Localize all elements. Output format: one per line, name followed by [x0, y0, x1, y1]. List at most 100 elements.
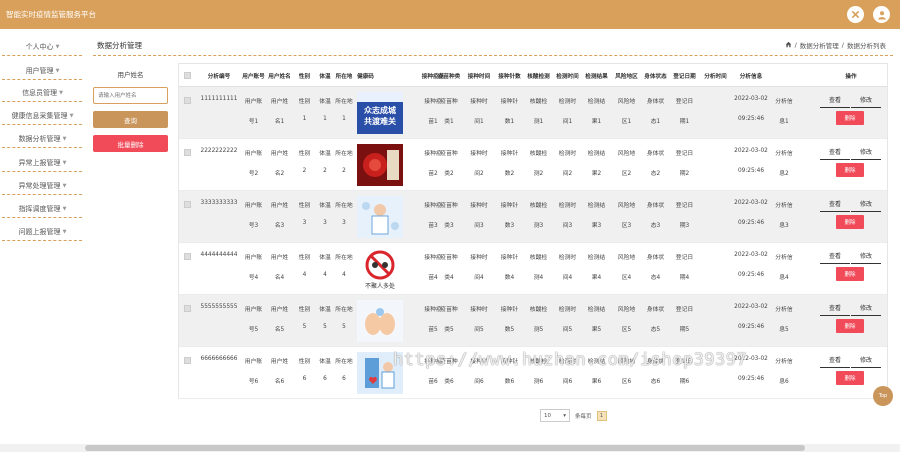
view-button[interactable]: 查看	[820, 303, 850, 316]
cell-account: 用户账	[244, 99, 263, 105]
breadcrumb: / 数据分析管理 / 数据分析列表	[785, 40, 886, 50]
delete-button[interactable]: 删除	[836, 163, 864, 177]
edit-button[interactable]: 修改	[851, 303, 881, 316]
per-page-label: 条每页	[575, 413, 592, 420]
column-header[interactable]: 登记日期	[670, 72, 699, 80]
column-header[interactable]: 核酸检测	[524, 72, 553, 80]
batch-delete-button[interactable]: 批量删除	[93, 135, 168, 152]
table-row[interactable]: 4444444444 用户账 号4 用户姓 名4 性别 4 体温 4 所在地 4 不聚人多处 接种疫 苗4…	[179, 243, 887, 295]
delete-button[interactable]: 删除	[836, 111, 864, 125]
chevron-down-icon: ▼	[62, 135, 67, 142]
cell-tresult-line2: 果1	[591, 119, 602, 125]
table-row[interactable]: 5555555555 用户账 号5 用户姓 名5 性别 5 体温 5 所在地 5 接种疫 苗5 疫苗种 类5…	[179, 295, 887, 347]
cell-ttime-line2: 间5	[562, 327, 573, 333]
back-to-top-button[interactable]: Top	[873, 386, 893, 406]
row-checkbox[interactable]	[184, 201, 191, 208]
column-header[interactable]: 体温	[316, 72, 334, 80]
close-circle-icon[interactable]	[847, 6, 864, 23]
user-name-input[interactable]	[93, 87, 168, 104]
row-checkbox[interactable]	[184, 253, 191, 260]
health-code-image[interactable]	[357, 144, 403, 186]
cell-nucleic-line2: 测5	[533, 327, 544, 333]
cell-nucleic: 核酸检	[529, 151, 548, 157]
column-header[interactable]: 接种时间	[465, 72, 493, 80]
row-checkbox[interactable]	[184, 357, 191, 364]
cell-tresult-line2: 果5	[591, 327, 602, 333]
table-row[interactable]: 3333333333 用户账 号3 用户姓 名3 性别 3 体温 3 所在地 3 接种疫 苗3 疫苗种 类3…	[179, 191, 887, 243]
cell-vtype: 疫苗种	[440, 307, 458, 313]
search-button[interactable]: 查询	[93, 111, 168, 128]
row-checkbox[interactable]	[184, 305, 191, 312]
column-header[interactable]: 性别	[293, 72, 316, 80]
cell-name: 用户姓	[270, 307, 289, 313]
cell-body-line2: 态2	[650, 171, 661, 177]
scrollbar-thumb[interactable]	[85, 445, 805, 451]
column-header[interactable]: 疫苗种类	[436, 72, 462, 80]
page-title: 数据分析管理	[97, 41, 142, 50]
health-code-image[interactable]	[357, 300, 403, 342]
page-size-select[interactable]: 10 ▾	[540, 409, 570, 422]
chevron-down-icon: ▼	[62, 205, 67, 212]
cell-reg: 登记日	[675, 99, 694, 105]
cell-atime: 2022-03-02	[734, 304, 768, 310]
cell-body: 身体状	[646, 307, 665, 313]
cell-ttime-line2: 间2	[562, 171, 573, 177]
edit-button[interactable]: 修改	[851, 95, 881, 108]
cell-ttime: 检测时	[558, 307, 577, 313]
page-number[interactable]: 1	[596, 410, 607, 421]
view-button[interactable]: 查看	[820, 199, 850, 212]
column-header[interactable]: 用户账号	[240, 72, 267, 80]
cell-vcount-line2: 数4	[504, 275, 515, 281]
health-code-image[interactable]: 众志成城 共渡难关	[357, 92, 403, 134]
view-button[interactable]: 查看	[820, 355, 850, 368]
cell-vtime: 接种时	[470, 99, 488, 105]
column-header[interactable]: 所在地	[334, 72, 354, 80]
column-header[interactable]: 检测时间	[553, 72, 582, 80]
delete-button[interactable]: 删除	[836, 215, 864, 229]
cell-loc-line2: 1	[342, 116, 346, 122]
column-header[interactable]: 操作	[833, 72, 869, 80]
sidebar-item-label: 异常处理管理	[18, 181, 61, 190]
cell-account-line2: 号5	[248, 327, 259, 333]
cell-gender: 性别	[298, 151, 311, 157]
edit-button[interactable]: 修改	[851, 251, 881, 264]
cell-ttime: 检测时	[558, 151, 577, 157]
table-row[interactable]: 1111111111 用户账 号1 用户姓 名1 性别 1 体温 1 所在地 1 众志成城 共渡难关 接种…	[179, 87, 887, 139]
cell-loc: 所在地	[335, 203, 353, 209]
table-row[interactable]: 2222222222 用户账 号2 用户姓 名2 性别 2 体温 2 所在地 2 接种疫 苗2 疫苗种 类2…	[179, 139, 887, 191]
cell-loc-line2: 2	[342, 168, 346, 174]
delete-button[interactable]: 删除	[836, 371, 864, 385]
column-header[interactable]: 风险地区	[612, 72, 641, 80]
column-header[interactable]: 分析编号	[199, 72, 239, 80]
delete-button[interactable]: 删除	[836, 267, 864, 281]
edit-button[interactable]: 修改	[851, 355, 881, 368]
view-button[interactable]: 查看	[820, 95, 850, 108]
cell-loc: 所在地	[335, 307, 353, 313]
breadcrumb-item[interactable]: 数据分析管理	[800, 40, 839, 50]
home-icon[interactable]	[785, 41, 792, 50]
health-code-image[interactable]	[357, 196, 403, 238]
column-header[interactable]: 分析时间	[701, 72, 730, 80]
column-header[interactable]: 健康码	[355, 72, 376, 80]
column-header[interactable]: 身体状态	[641, 72, 670, 80]
health-code-image[interactable]: 不聚人多处	[357, 248, 403, 290]
column-header[interactable]: 检测结果	[582, 72, 611, 80]
cell-gender-line2: 4	[302, 272, 307, 278]
user-icon[interactable]	[873, 6, 890, 23]
edit-button[interactable]: 修改	[851, 199, 881, 212]
row-checkbox[interactable]	[184, 149, 191, 156]
edit-button[interactable]: 修改	[851, 147, 881, 160]
column-header[interactable]: 接种针数	[495, 72, 524, 80]
cell-vtime-line2: 间6	[474, 379, 484, 385]
sidebar-item-label: 健康信息采集管理	[11, 111, 68, 120]
cell-vtype: 疫苗种	[440, 99, 458, 105]
view-button[interactable]: 查看	[820, 251, 850, 264]
cell-vtype-line2: 类5	[444, 327, 454, 333]
row-checkbox[interactable]	[184, 97, 191, 104]
column-header[interactable]: 分析信息	[731, 72, 771, 80]
delete-button[interactable]: 删除	[836, 319, 864, 333]
view-button[interactable]: 查看	[820, 147, 850, 160]
cell-account: 用户账	[244, 255, 263, 261]
select-all-checkbox[interactable]	[184, 72, 191, 79]
column-header[interactable]: 用户姓名	[267, 72, 292, 80]
